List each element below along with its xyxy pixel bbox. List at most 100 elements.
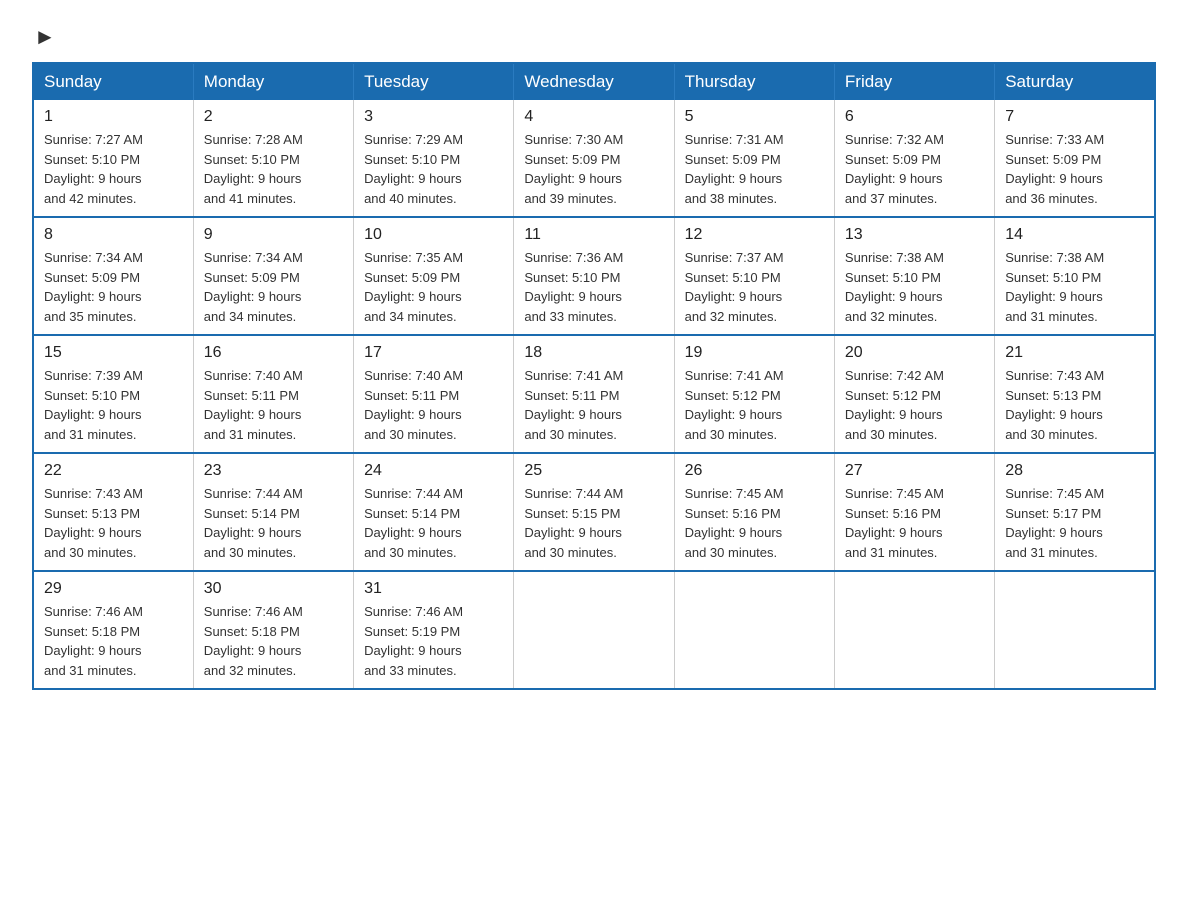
day-info: Sunrise: 7:42 AMSunset: 5:12 PMDaylight:…	[845, 366, 984, 444]
week-row-1: 1 Sunrise: 7:27 AMSunset: 5:10 PMDaylight…	[33, 100, 1155, 217]
header-cell-thursday: Thursday	[674, 63, 834, 100]
day-info: Sunrise: 7:45 AMSunset: 5:16 PMDaylight:…	[685, 484, 824, 562]
day-number: 19	[685, 344, 824, 362]
day-cell: 10 Sunrise: 7:35 AMSunset: 5:09 PMDayligh…	[354, 217, 514, 335]
day-cell: 28 Sunrise: 7:45 AMSunset: 5:17 PMDayligh…	[995, 453, 1155, 571]
day-number: 14	[1005, 226, 1144, 244]
day-number: 20	[845, 344, 984, 362]
day-number: 28	[1005, 462, 1144, 480]
day-number: 3	[364, 108, 503, 126]
day-cell: 12 Sunrise: 7:37 AMSunset: 5:10 PMDayligh…	[674, 217, 834, 335]
day-number: 12	[685, 226, 824, 244]
day-number: 5	[685, 108, 824, 126]
day-number: 26	[685, 462, 824, 480]
header-cell-sunday: Sunday	[33, 63, 193, 100]
day-info: Sunrise: 7:34 AMSunset: 5:09 PMDaylight:…	[204, 248, 343, 326]
day-info: Sunrise: 7:35 AMSunset: 5:09 PMDaylight:…	[364, 248, 503, 326]
day-info: Sunrise: 7:46 AMSunset: 5:19 PMDaylight:…	[364, 602, 503, 680]
day-cell: 6 Sunrise: 7:32 AMSunset: 5:09 PMDaylight…	[834, 100, 994, 217]
day-number: 23	[204, 462, 343, 480]
day-cell: 7 Sunrise: 7:33 AMSunset: 5:09 PMDaylight…	[995, 100, 1155, 217]
day-cell	[834, 571, 994, 689]
day-number: 6	[845, 108, 984, 126]
day-cell	[674, 571, 834, 689]
week-row-4: 22 Sunrise: 7:43 AMSunset: 5:13 PMDayligh…	[33, 453, 1155, 571]
day-number: 21	[1005, 344, 1144, 362]
day-cell: 15Sunrise: 7:39 AMSunset: 5:10 PMDayligh…	[33, 335, 193, 453]
day-cell: 24Sunrise: 7:44 AMSunset: 5:14 PMDayligh…	[354, 453, 514, 571]
day-number: 17	[364, 344, 503, 362]
day-cell: 23 Sunrise: 7:44 AMSunset: 5:14 PMDayligh…	[193, 453, 353, 571]
day-info: Sunrise: 7:33 AMSunset: 5:09 PMDaylight:…	[1005, 130, 1144, 208]
day-info: Sunrise: 7:27 AMSunset: 5:10 PMDaylight:…	[44, 130, 183, 208]
day-number: 11	[524, 226, 663, 244]
day-cell: 19 Sunrise: 7:41 AMSunset: 5:12 PMDayligh…	[674, 335, 834, 453]
day-number: 8	[44, 226, 183, 244]
header-cell-saturday: Saturday	[995, 63, 1155, 100]
day-number: 4	[524, 108, 663, 126]
day-number: 13	[845, 226, 984, 244]
header-cell-tuesday: Tuesday	[354, 63, 514, 100]
day-number: 18	[524, 344, 663, 362]
day-cell: 29 Sunrise: 7:46 AMSunset: 5:18 PMDayligh…	[33, 571, 193, 689]
day-info: Sunrise: 7:29 AMSunset: 5:10 PMDaylight:…	[364, 130, 503, 208]
calendar-table: SundayMondayTuesdayWednesdayThursdayFrid…	[32, 62, 1156, 690]
day-number: 29	[44, 580, 183, 598]
day-cell: 2 Sunrise: 7:28 AMSunset: 5:10 PMDaylight…	[193, 100, 353, 217]
week-row-5: 29 Sunrise: 7:46 AMSunset: 5:18 PMDayligh…	[33, 571, 1155, 689]
day-info: Sunrise: 7:41 AMSunset: 5:12 PMDaylight:…	[685, 366, 824, 444]
day-cell: 27 Sunrise: 7:45 AMSunset: 5:16 PMDayligh…	[834, 453, 994, 571]
day-cell: 22 Sunrise: 7:43 AMSunset: 5:13 PMDayligh…	[33, 453, 193, 571]
page-header: ►	[32, 24, 1156, 46]
day-info: Sunrise: 7:37 AMSunset: 5:10 PMDaylight:…	[685, 248, 824, 326]
day-info: Sunrise: 7:41 AMSunset: 5:11 PMDaylight:…	[524, 366, 663, 444]
day-info: Sunrise: 7:43 AMSunset: 5:13 PMDaylight:…	[44, 484, 183, 562]
day-info: Sunrise: 7:45 AMSunset: 5:17 PMDaylight:…	[1005, 484, 1144, 562]
day-info: Sunrise: 7:28 AMSunset: 5:10 PMDaylight:…	[204, 130, 343, 208]
day-number: 2	[204, 108, 343, 126]
day-info: Sunrise: 7:30 AMSunset: 5:09 PMDaylight:…	[524, 130, 663, 208]
header-cell-monday: Monday	[193, 63, 353, 100]
day-cell: 26 Sunrise: 7:45 AMSunset: 5:16 PMDayligh…	[674, 453, 834, 571]
day-info: Sunrise: 7:31 AMSunset: 5:09 PMDaylight:…	[685, 130, 824, 208]
day-number: 31	[364, 580, 503, 598]
day-cell: 3 Sunrise: 7:29 AMSunset: 5:10 PMDaylight…	[354, 100, 514, 217]
day-number: 16	[204, 344, 343, 362]
week-row-3: 15Sunrise: 7:39 AMSunset: 5:10 PMDayligh…	[33, 335, 1155, 453]
day-cell: 11Sunrise: 7:36 AMSunset: 5:10 PMDayligh…	[514, 217, 674, 335]
day-info: Sunrise: 7:32 AMSunset: 5:09 PMDaylight:…	[845, 130, 984, 208]
day-info: Sunrise: 7:43 AMSunset: 5:13 PMDaylight:…	[1005, 366, 1144, 444]
day-info: Sunrise: 7:38 AMSunset: 5:10 PMDaylight:…	[845, 248, 984, 326]
day-cell	[514, 571, 674, 689]
day-cell: 17Sunrise: 7:40 AMSunset: 5:11 PMDayligh…	[354, 335, 514, 453]
day-info: Sunrise: 7:46 AMSunset: 5:18 PMDaylight:…	[44, 602, 183, 680]
day-number: 7	[1005, 108, 1144, 126]
day-info: Sunrise: 7:39 AMSunset: 5:10 PMDaylight:…	[44, 366, 183, 444]
day-cell: 25Sunrise: 7:44 AMSunset: 5:15 PMDayligh…	[514, 453, 674, 571]
day-info: Sunrise: 7:46 AMSunset: 5:18 PMDaylight:…	[204, 602, 343, 680]
day-info: Sunrise: 7:34 AMSunset: 5:09 PMDaylight:…	[44, 248, 183, 326]
header-cell-friday: Friday	[834, 63, 994, 100]
day-number: 10	[364, 226, 503, 244]
day-info: Sunrise: 7:38 AMSunset: 5:10 PMDaylight:…	[1005, 248, 1144, 326]
day-number: 22	[44, 462, 183, 480]
day-cell: 31 Sunrise: 7:46 AMSunset: 5:19 PMDayligh…	[354, 571, 514, 689]
day-number: 27	[845, 462, 984, 480]
day-cell	[995, 571, 1155, 689]
day-cell: 18 Sunrise: 7:41 AMSunset: 5:11 PMDayligh…	[514, 335, 674, 453]
day-info: Sunrise: 7:40 AMSunset: 5:11 PMDaylight:…	[204, 366, 343, 444]
day-cell: 30Sunrise: 7:46 AMSunset: 5:18 PMDayligh…	[193, 571, 353, 689]
day-cell: 9 Sunrise: 7:34 AMSunset: 5:09 PMDaylight…	[193, 217, 353, 335]
day-info: Sunrise: 7:44 AMSunset: 5:14 PMDaylight:…	[204, 484, 343, 562]
logo-text: ►	[32, 24, 56, 50]
week-row-2: 8 Sunrise: 7:34 AMSunset: 5:09 PMDaylight…	[33, 217, 1155, 335]
day-cell: 5 Sunrise: 7:31 AMSunset: 5:09 PMDaylight…	[674, 100, 834, 217]
day-number: 9	[204, 226, 343, 244]
header-row: SundayMondayTuesdayWednesdayThursdayFrid…	[33, 63, 1155, 100]
day-number: 25	[524, 462, 663, 480]
day-number: 1	[44, 108, 183, 126]
day-info: Sunrise: 7:45 AMSunset: 5:16 PMDaylight:…	[845, 484, 984, 562]
day-cell: 20 Sunrise: 7:42 AMSunset: 5:12 PMDayligh…	[834, 335, 994, 453]
logo: ►	[32, 24, 56, 46]
day-cell: 4 Sunrise: 7:30 AMSunset: 5:09 PMDaylight…	[514, 100, 674, 217]
